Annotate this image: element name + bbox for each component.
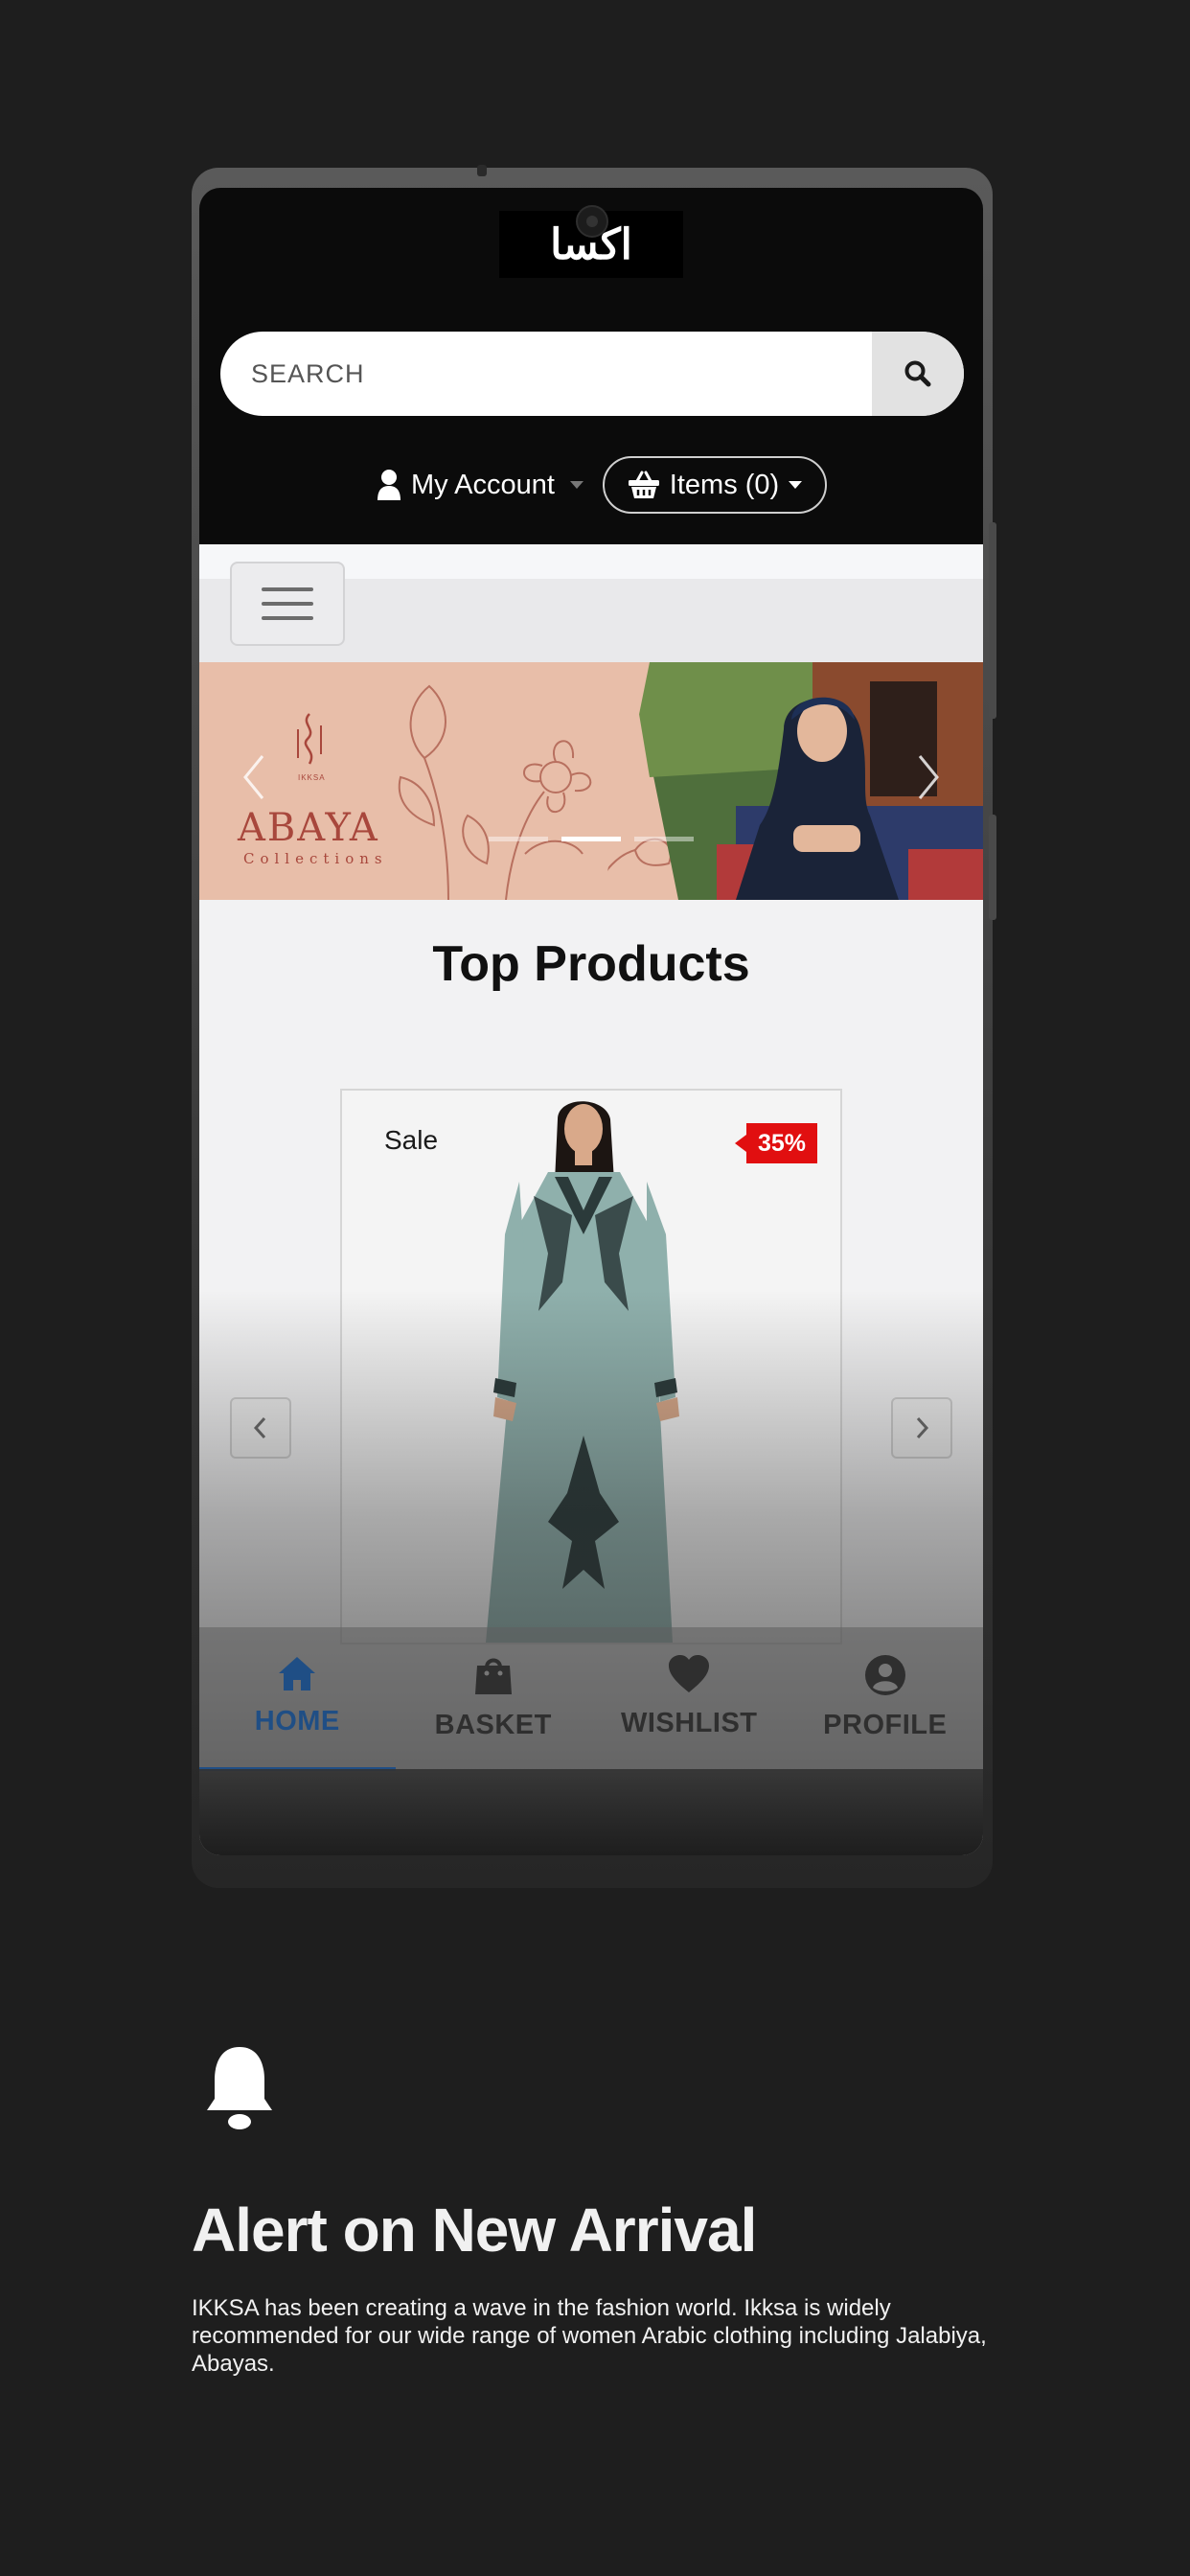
my-account-label: My Account [411,469,555,500]
carousel-indicator-active[interactable] [561,837,621,841]
chevron-down-icon [789,481,803,489]
discount-badge: 35% [735,1123,817,1163]
products-prev-button[interactable] [230,1397,291,1459]
bell-icon [207,2047,272,2129]
carousel-prev-button[interactable] [236,748,274,806]
hero-banner-carousel[interactable]: IKKSA ABAYA Collections [199,662,983,900]
tab-basket[interactable]: BASKET [396,1627,592,1771]
tab-profile-label: PROFILE [823,1710,948,1740]
menu-icon-line [262,587,313,591]
tab-home-label: HOME [254,1706,340,1736]
tab-home[interactable]: HOME [199,1627,396,1771]
carousel-indicator[interactable] [634,837,694,841]
banner-brand: ABAYA [238,806,379,850]
search-input[interactable] [220,332,868,416]
app-screen: اكسا My Account [199,188,983,1855]
menu-icon-line [262,616,313,620]
search-button[interactable] [872,332,964,416]
carousel-indicator[interactable] [489,837,548,841]
cart-items-label: Items (0) [669,469,780,500]
chevron-left-icon [253,1416,266,1439]
abaya-brand-logo [297,713,322,765]
home-icon [279,1657,316,1690]
product-card[interactable]: Sale 35% [340,1089,842,1644]
chevron-right-icon [916,1416,929,1439]
banner-small-brand: IKKSA [298,773,326,782]
chevron-down-icon [569,481,584,489]
carousel-next-button[interactable] [908,748,947,806]
heart-icon [669,1655,710,1692]
products-next-button[interactable] [891,1397,952,1459]
user-circle-icon [864,1655,905,1695]
feature-description: IKKSA has been creating a wave in the fa… [192,2295,987,2377]
bottom-tab-bar: HOME BASKET WISHLIST PROFILE [199,1627,983,1771]
user-icon [378,470,400,500]
basket-icon [628,471,659,498]
phone-side-button [989,522,996,719]
my-account-dropdown[interactable]: My Account [377,461,584,509]
shopping-bag-icon [474,1658,512,1694]
product-image [342,1091,840,1643]
tab-wishlist[interactable]: WISHLIST [591,1627,788,1771]
feature-title: Alert on New Arrival [192,2196,757,2265]
phone-top-notch [477,165,487,176]
screen-bottom-fade [199,1769,983,1855]
sale-label: Sale [384,1125,439,1155]
phone-side-button [989,815,996,920]
menu-icon-line [262,602,313,606]
banner-subtitle: Collections [243,850,388,867]
tab-wishlist-label: WISHLIST [620,1708,758,1738]
section-title: Top Products [432,936,750,992]
search-bar [220,332,964,416]
tab-profile[interactable]: PROFILE [788,1627,984,1771]
front-camera [576,205,608,238]
menu-toggle-button[interactable] [230,562,345,646]
carousel-indicators [489,837,694,841]
cart-dropdown-button[interactable]: Items (0) [603,456,827,514]
search-icon [904,360,931,387]
tab-basket-label: BASKET [434,1710,552,1740]
